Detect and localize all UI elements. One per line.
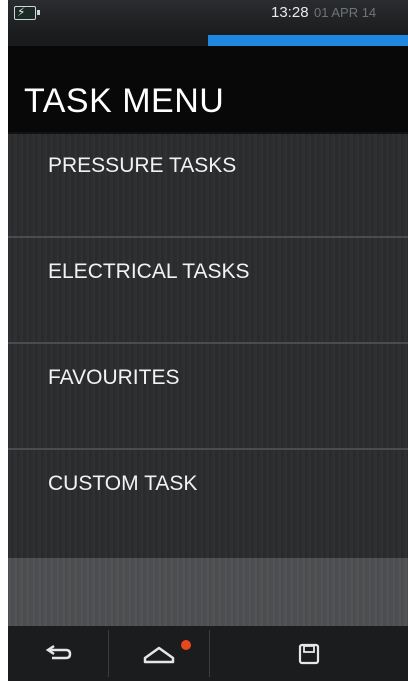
menu-item-label: FAVOURITES — [48, 366, 180, 389]
clock-date: 01 APR 14 — [314, 5, 377, 20]
header: TASK MENU — [8, 46, 408, 132]
menu-item-electrical-tasks[interactable]: ELECTRICAL TASKS — [8, 240, 408, 344]
clock-time: 13:28 — [271, 4, 309, 21]
empty-band — [8, 558, 408, 626]
menu-item-favourites[interactable]: FAVOURITES — [8, 346, 408, 450]
home-icon — [143, 646, 175, 663]
progress-bar — [8, 35, 408, 46]
task-menu-list: PRESSURE TASKS ELECTRICAL TASKS FAVOURIT… — [8, 134, 408, 558]
save-button[interactable] — [210, 626, 408, 681]
back-button[interactable] — [8, 626, 108, 681]
bottom-nav — [8, 626, 408, 681]
menu-item-custom-task[interactable]: CUSTOM TASK — [8, 452, 408, 558]
menu-item-pressure-tasks[interactable]: PRESSURE TASKS — [8, 134, 408, 238]
back-arrow-icon — [45, 644, 72, 659]
status-bar: ⚡ 13:28 01 APR 14 — [8, 0, 408, 36]
charging-icon: ⚡ — [17, 5, 26, 19]
menu-item-label: PRESSURE TASKS — [48, 154, 237, 177]
notification-dot — [181, 640, 191, 650]
progress-fill — [208, 35, 408, 46]
device-screen: ⚡ 13:28 01 APR 14 TASK MENU PRESSURE TAS… — [8, 0, 408, 681]
menu-item-label: CUSTOM TASK — [48, 472, 198, 495]
page-title: TASK MENU — [24, 82, 225, 120]
floppy-disk-icon — [298, 643, 320, 664]
battery-icon: ⚡ — [14, 5, 40, 20]
home-button[interactable] — [109, 626, 209, 681]
menu-item-label: ELECTRICAL TASKS — [48, 260, 250, 283]
